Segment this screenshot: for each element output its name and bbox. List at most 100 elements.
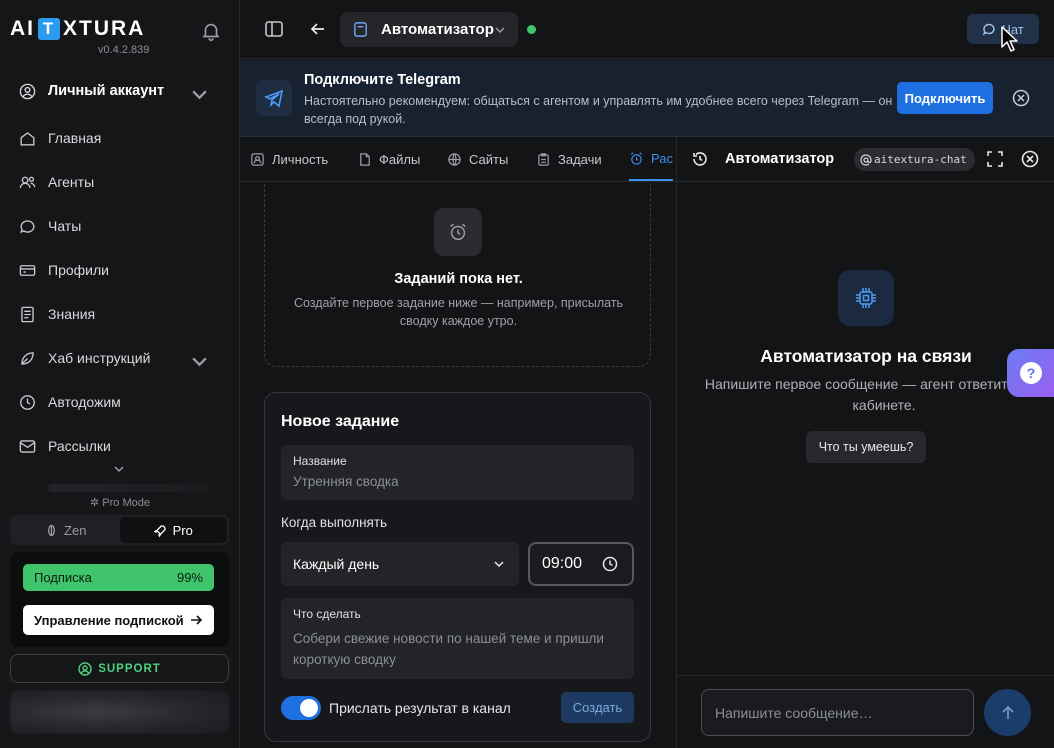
- banner-text: Настоятельно рекомендуем: общаться с аге…: [304, 94, 893, 126]
- file-icon: [360, 152, 370, 166]
- leaf-icon: [21, 351, 34, 365]
- task-action-field[interactable]: Что сделать Собери свежие новости по наш…: [281, 598, 634, 679]
- user-profile-blurred[interactable]: [10, 690, 229, 734]
- logo-t-mark: T: [38, 18, 60, 40]
- sidebar-item-profiles[interactable]: Профили: [18, 255, 228, 285]
- logo[interactable]: AI T XTURA: [10, 17, 145, 41]
- mail-icon: [19, 439, 36, 453]
- account-label: Личный аккаунт: [48, 83, 165, 99]
- clock-icon: [20, 394, 35, 410]
- tab-personality[interactable]: Личность: [250, 137, 328, 181]
- agent-selector[interactable]: Автоматизатор: [340, 12, 518, 47]
- chevron-down-icon: [192, 357, 207, 367]
- mouse-cursor-icon: [1001, 26, 1018, 52]
- task-action-label: Что сделать: [293, 607, 361, 621]
- sidebar-item-chats[interactable]: Чаты: [18, 211, 228, 241]
- tab-tasks[interactable]: Задачи: [536, 137, 602, 181]
- task-name-field[interactable]: Название Утренняя сводка: [281, 445, 634, 500]
- telegram-icon: [264, 89, 284, 108]
- tab-sites[interactable]: Сайты: [447, 137, 508, 181]
- online-status-dot: [527, 25, 536, 34]
- connect-telegram-button[interactable]: Подключить: [897, 82, 993, 114]
- message-composer: [677, 675, 1054, 748]
- new-task-form: Новое задание Название Утренняя сводка К…: [264, 392, 651, 742]
- toggle-knob: [300, 699, 318, 717]
- app-window: AI T XTURA v0.4.2.839 Личный аккаунт Гла…: [0, 0, 1054, 748]
- sidebar-item-label: Главная: [48, 130, 102, 146]
- sidebar-toggle-icon[interactable]: [264, 19, 284, 39]
- form-title: Новое задание: [281, 413, 400, 430]
- telegram-icon-box: [256, 80, 292, 116]
- close-circle-icon[interactable]: [1012, 89, 1030, 107]
- send-button[interactable]: [984, 689, 1031, 736]
- help-button[interactable]: ?: [1007, 349, 1054, 397]
- empty-text: Создайте первое задание ниже — например,…: [293, 296, 624, 328]
- tab-files[interactable]: Файлы: [357, 137, 420, 181]
- book-icon: [21, 306, 34, 322]
- document-icon: [354, 22, 367, 37]
- sidebar-item-autofollowup[interactable]: Автодожим: [18, 387, 228, 417]
- alarm-icon: [630, 151, 643, 165]
- chat-tag[interactable]: aitextura-chat: [854, 148, 975, 171]
- sidebar-item-label: Профили: [48, 262, 109, 278]
- support-button[interactable]: SUPPORT: [10, 654, 229, 683]
- persona-icon: [251, 152, 264, 166]
- welcome-text: Напишите первое сообщение — агент ответи…: [704, 376, 1054, 413]
- chevron-down-icon: [494, 561, 504, 568]
- tasks-content: Заданий пока нет. Создайте первое задани…: [240, 183, 676, 748]
- empty-state: Заданий пока нет. Создайте первое задани…: [264, 183, 651, 367]
- telegram-banner: Подключите Telegram Настоятельно рекомен…: [240, 60, 1054, 137]
- rocket-icon: [153, 524, 166, 537]
- toggle-label: Прислать результат в канал: [329, 700, 511, 716]
- suggestion-chip[interactable]: Что ты умеешь?: [806, 431, 926, 463]
- schedule-select[interactable]: Каждый день: [281, 542, 519, 586]
- agent-tabs: Личность Файлы Сайты Задачи Рас: [240, 137, 676, 182]
- sidebar: AI T XTURA v0.4.2.839 Личный аккаунт Гла…: [0, 0, 240, 748]
- create-button[interactable]: Создать: [561, 692, 634, 723]
- sidebar-item-label: Автодожим: [48, 394, 121, 410]
- user-circle-icon: [19, 83, 36, 99]
- mode-switch: Zen Pro: [10, 515, 229, 545]
- message-input[interactable]: [701, 689, 974, 736]
- manage-subscription-button[interactable]: Управление подпиской: [23, 605, 214, 635]
- close-circle-icon[interactable]: [1021, 150, 1039, 168]
- mode-pro-button[interactable]: Pro: [119, 517, 227, 543]
- sidebar-item-home[interactable]: Главная: [18, 123, 228, 153]
- tab-schedule[interactable]: Рас: [629, 137, 673, 181]
- at-icon: [860, 153, 872, 166]
- sidebar-item-agents[interactable]: Агенты: [18, 167, 228, 197]
- chat-icon: [20, 219, 35, 233]
- subscription-progress: Подписка 99%: [23, 564, 214, 591]
- expand-icon[interactable]: [986, 150, 1004, 168]
- cpu-icon-box: [838, 270, 894, 326]
- sidebar-item-instructions-hub[interactable]: Хаб инструкций: [18, 343, 228, 373]
- question-icon: ?: [1020, 362, 1042, 384]
- account-selector[interactable]: Личный аккаунт: [18, 76, 228, 106]
- back-arrow-icon[interactable]: [308, 19, 328, 39]
- users-icon: [19, 176, 36, 188]
- chevron-down-icon[interactable]: [112, 462, 126, 476]
- bell-icon[interactable]: [200, 20, 222, 42]
- history-icon[interactable]: [691, 150, 709, 168]
- time-input[interactable]: 09:00: [528, 542, 634, 586]
- chat-panel: Автоматизатор aitextura-chat Автоматизат…: [676, 137, 1054, 748]
- card-icon: [19, 264, 36, 276]
- chevron-down-icon: [495, 27, 505, 34]
- sidebar-item-label: Чаты: [48, 218, 82, 234]
- faded-item: [48, 484, 208, 492]
- empty-title: Заданий пока нет.: [394, 271, 523, 287]
- mode-zen-button[interactable]: Zen: [12, 517, 120, 543]
- alarm-icon: [450, 223, 466, 241]
- sidebar-item-knowledge[interactable]: Знания: [18, 299, 228, 329]
- chat-panel-header: Автоматизатор aitextura-chat: [677, 137, 1054, 182]
- leaf-icon: [48, 524, 55, 536]
- when-label: Когда выполнять: [281, 515, 388, 530]
- subscription-label: Подписка: [34, 570, 92, 585]
- send-to-channel-toggle[interactable]: [281, 696, 321, 720]
- subscription-card: Подписка 99% Управление подпиской: [10, 552, 229, 647]
- chat-icon: [982, 23, 995, 36]
- sidebar-item-label: Рассылки: [48, 438, 111, 454]
- sidebar-item-mailings[interactable]: Рассылки: [18, 431, 228, 461]
- arrow-right-icon: [191, 615, 203, 625]
- home-icon: [20, 131, 35, 146]
